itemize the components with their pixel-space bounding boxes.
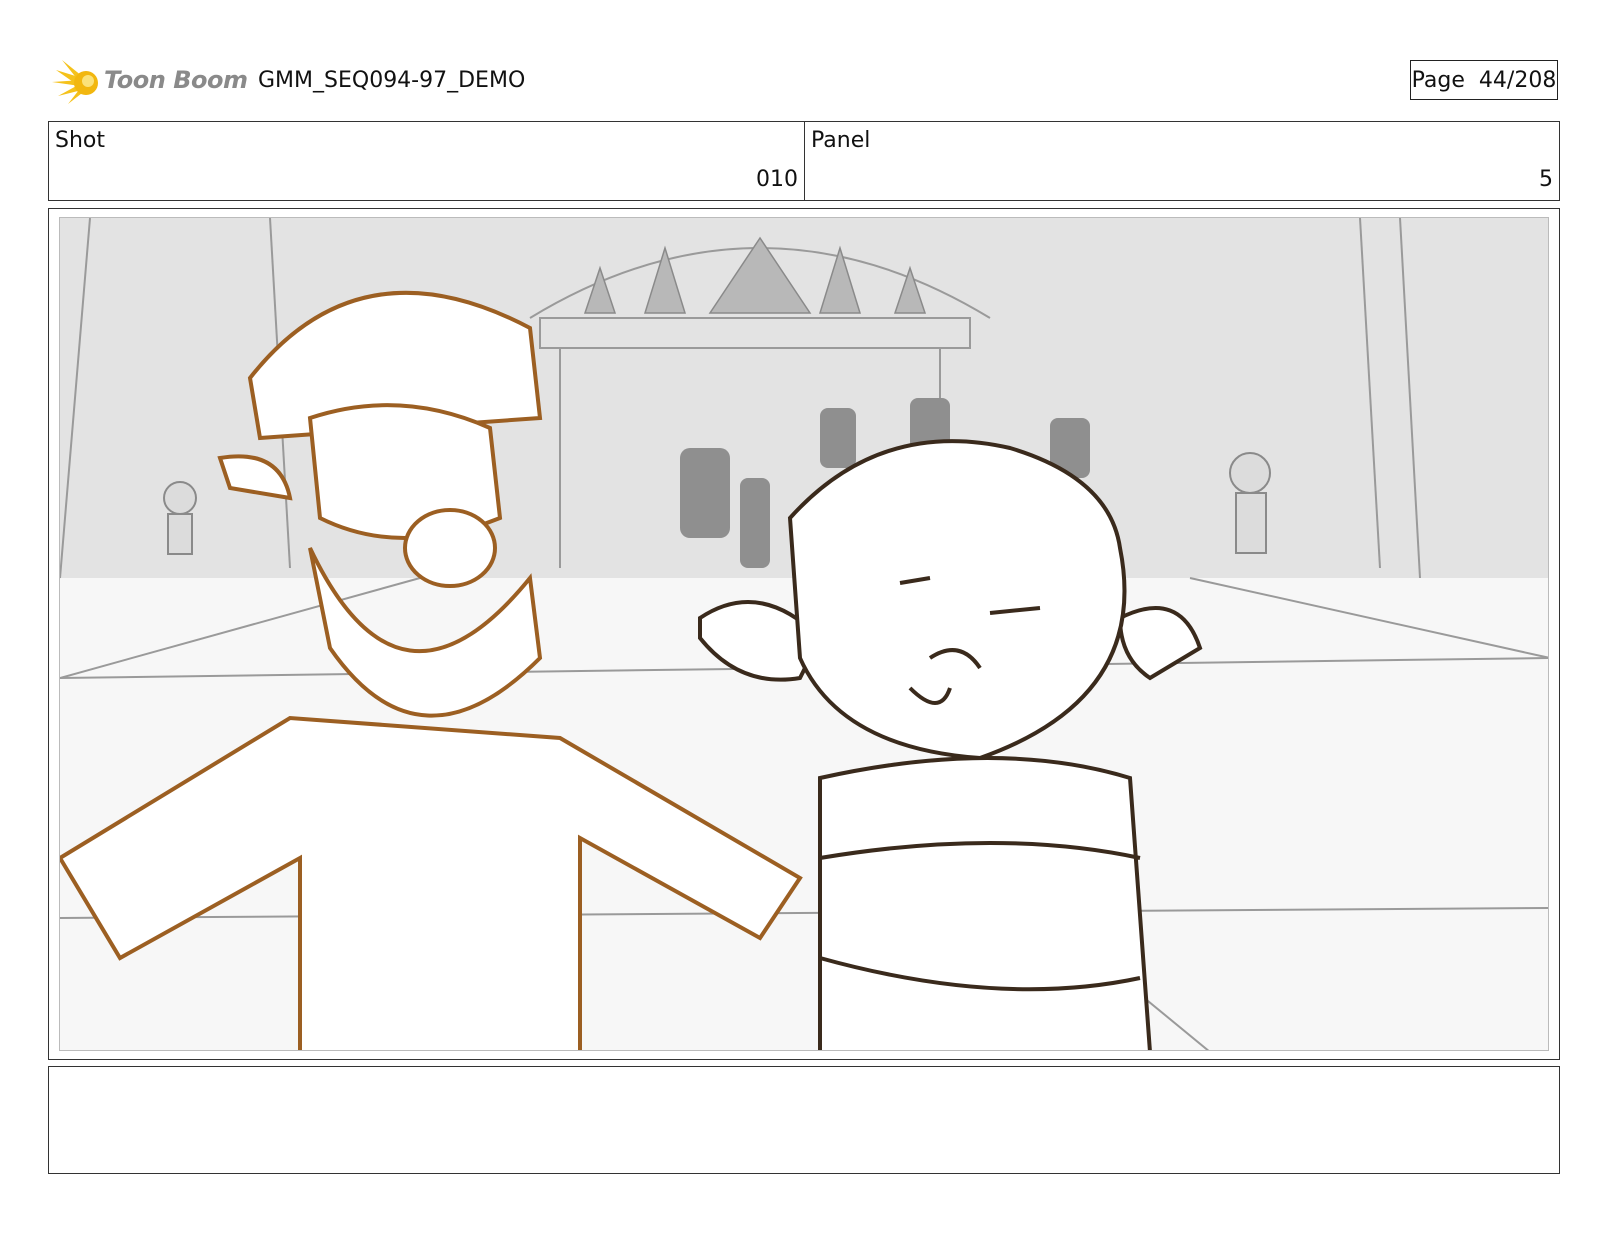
storyboard-image <box>59 217 1549 1051</box>
shot-cell: Shot 010 <box>49 122 805 200</box>
shot-label: Shot <box>55 128 105 153</box>
panel-cell: Panel 5 <box>805 122 1559 200</box>
page-number: 44/208 <box>1478 67 1557 93</box>
storyboard-sketch-icon <box>60 218 1548 1050</box>
logo-text: Toon Boom <box>104 66 248 94</box>
page-label: Page <box>1411 67 1465 93</box>
panel-number: 5 <box>1539 167 1553 192</box>
storyboard-panel <box>48 208 1560 1060</box>
shot-panel-info: Shot 010 Panel 5 <box>48 121 1560 201</box>
toon-boom-logo: Toon Boom <box>48 56 248 108</box>
panel-label: Panel <box>811 128 871 153</box>
panel-notes-box <box>48 1066 1560 1174</box>
page-header: Toon Boom GMM_SEQ094-97_DEMO Page 44/208 <box>48 56 1560 108</box>
shot-number: 010 <box>756 167 798 192</box>
page-indicator: Page 44/208 <box>1410 60 1558 100</box>
project-title: GMM_SEQ094-97_DEMO <box>258 68 526 93</box>
star-burst-icon <box>52 60 98 104</box>
